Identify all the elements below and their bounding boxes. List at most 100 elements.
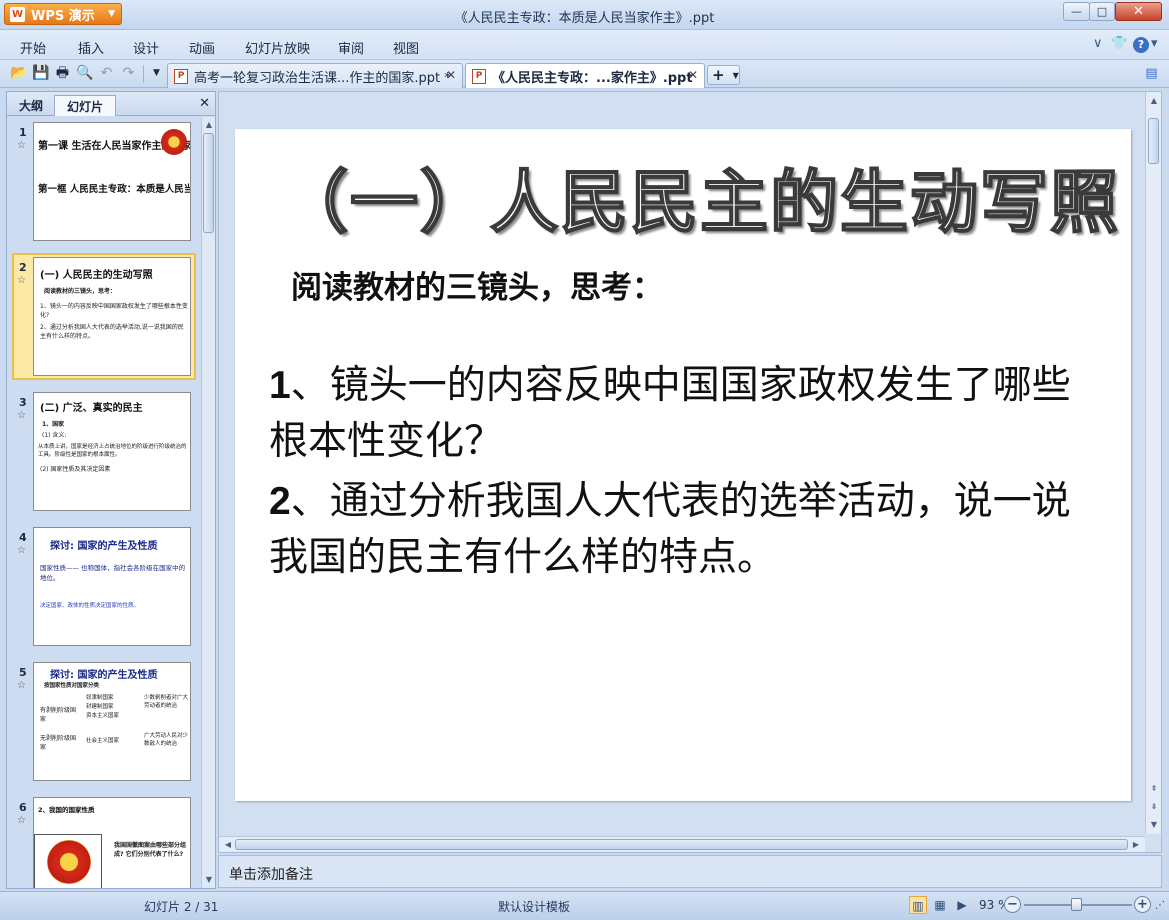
- thumb-line: 无剥削阶级国家: [40, 735, 77, 751]
- zoom-slider-knob[interactable]: [1071, 898, 1082, 911]
- slide-number: 4: [19, 531, 27, 544]
- scrollbar-thumb[interactable]: [203, 133, 214, 233]
- close-tab-icon[interactable]: ✕: [688, 68, 698, 82]
- doc-tab-2[interactable]: P 《人民民主专政：...家作主》.ppt ✕: [465, 63, 705, 88]
- menu-slideshow[interactable]: 幻灯片放映: [245, 38, 310, 57]
- thumb-line: 2、我国的国家性质: [38, 806, 95, 814]
- undo-icon[interactable]: ↶: [98, 65, 115, 82]
- close-tab-icon[interactable]: ✕: [446, 68, 456, 82]
- slide-subtitle[interactable]: 阅读教材的三镜头，思考：: [291, 262, 663, 307]
- scroll-up-icon[interactable]: ▲: [203, 118, 215, 132]
- slide-editor: （一）人民民主的生动写照 阅读教材的三镜头，思考： 1、镜头一的内容反映中国国家…: [218, 91, 1162, 853]
- next-slide-icon[interactable]: ⇟: [1147, 800, 1161, 814]
- customize-toolbar-icon[interactable]: ▼: [148, 65, 165, 82]
- panel-toggle-icon[interactable]: ▤: [1143, 65, 1160, 82]
- close-window-button[interactable]: ✕: [1115, 2, 1162, 21]
- tab-slides[interactable]: 幻灯片: [54, 95, 116, 116]
- new-tab-button[interactable]: + ▼: [707, 65, 740, 85]
- open-folder-icon[interactable]: 📂: [10, 65, 27, 82]
- transition-star-icon: ☆: [17, 815, 26, 826]
- current-slide[interactable]: （一）人民民主的生动写照 阅读教材的三镜头，思考： 1、镜头一的内容反映中国国家…: [235, 129, 1131, 801]
- emblem-image: [34, 834, 102, 888]
- slide-preview: (二) 广泛、真实的民主 1、国家 (1) 含义: 从本质上讲，国家是经济上占统…: [33, 392, 191, 511]
- slide-number: 3: [19, 396, 27, 409]
- redo-icon[interactable]: ↷: [120, 65, 137, 82]
- scroll-up-icon[interactable]: ▲: [1147, 94, 1161, 108]
- print-icon[interactable]: 🖶: [54, 65, 71, 82]
- help-icon[interactable]: ?: [1133, 37, 1149, 53]
- ppt-file-icon: P: [174, 68, 188, 84]
- menu-view[interactable]: 视图: [393, 38, 419, 57]
- thumb-line: 探讨: 国家的产生及性质: [50, 541, 158, 552]
- national-emblem-icon: [47, 840, 91, 884]
- normal-view-icon[interactable]: ▥: [909, 896, 927, 914]
- question-number: 2: [269, 480, 291, 523]
- slide-preview: (一) 人民民主的生动写照 阅读教材的三镜头，思考： 1、镜头一的内容反映中国国…: [33, 257, 191, 376]
- thumb-line: 奴隶制国家: [86, 695, 114, 701]
- print-preview-icon[interactable]: 🔍: [76, 65, 93, 82]
- design-template-label[interactable]: 默认设计模板: [498, 898, 570, 915]
- thumbnail-scrollbar[interactable]: ▲ ▼: [201, 117, 215, 888]
- question-2[interactable]: 2、通过分析我国人大代表的选举活动，说一说我国的民主有什么样的特点。: [269, 474, 1109, 586]
- menu-insert[interactable]: 插入: [78, 38, 104, 57]
- prev-slide-icon[interactable]: ⇞: [1147, 782, 1161, 796]
- zoom-in-button[interactable]: +: [1134, 896, 1151, 913]
- thumb-line: 国家性质—— 也称国体，指社会各阶级在国家中的地位。: [40, 564, 186, 582]
- maximize-button[interactable]: □: [1089, 2, 1115, 21]
- transition-star-icon: ☆: [17, 545, 26, 556]
- doc-tab-1[interactable]: P 高考一轮复习政治生活课...作主的国家.ppt * ✕: [167, 63, 463, 88]
- menu-animation[interactable]: 动画: [189, 38, 215, 57]
- scroll-down-icon[interactable]: ▼: [203, 873, 215, 887]
- ribbon-toggle-icon[interactable]: ∨: [1093, 36, 1103, 51]
- tab-outline[interactable]: 大纲: [11, 95, 51, 116]
- scroll-down-icon[interactable]: ▼: [1147, 818, 1161, 832]
- slide-number: 5: [19, 666, 27, 679]
- transition-star-icon: ☆: [17, 140, 26, 151]
- minimize-button[interactable]: —: [1063, 2, 1090, 21]
- zoom-out-button[interactable]: −: [1004, 896, 1021, 913]
- resize-grip-icon[interactable]: ⋰: [1155, 900, 1165, 911]
- thumb-line: (2) 国家性质及其决定因素: [40, 466, 111, 473]
- doc-tab-label: 高考一轮复习政治生活课...作主的国家.ppt *: [194, 70, 451, 86]
- scrollbar-thumb[interactable]: [1148, 118, 1159, 164]
- transition-star-icon: ☆: [17, 680, 26, 691]
- panel-tabs: 大纲 幻灯片 ✕: [7, 92, 215, 116]
- status-bar: 幻灯片 2 / 31 默认设计模板 ▥ ▦ ▶ 93 % − + ⋰: [0, 891, 1169, 920]
- slide-sorter-icon[interactable]: ▦: [931, 896, 949, 914]
- question-text: 、通过分析我国人大代表的选举活动，说一说我国的民主有什么样的特点。: [269, 479, 1071, 580]
- thumb-line: 资本主义国家: [86, 713, 120, 719]
- quick-access-toolbar: 📂 💾 🖶 🔍 ↶ ↷ ▼ P 高考一轮复习政治生活课...作主的国家.ppt …: [0, 60, 1169, 88]
- editor-vertical-scrollbar[interactable]: ▲ ⇞ ⇟ ▼: [1145, 92, 1161, 834]
- slide-preview: 探讨: 国家的产生及性质 国家性质—— 也称国体，指社会各阶级在国家中的地位。 …: [33, 527, 191, 646]
- thumb-line: 决定国家、政体的性质决定国家的性质。: [40, 603, 140, 609]
- menu-review[interactable]: 审阅: [338, 38, 364, 57]
- slide-title[interactable]: （一）人民民主的生动写照: [279, 147, 1120, 246]
- doc-tab-label: 《人民民主专政：...家作主》.ppt: [492, 70, 693, 86]
- skin-icon[interactable]: 👕: [1111, 36, 1127, 51]
- chevron-down-icon[interactable]: ▾: [1151, 36, 1158, 51]
- thumb-line: 有剥削阶级国家: [40, 707, 77, 723]
- title-bar: W WPS 演示 ▼ 《人民民主专政：本质是人民当家作主》.ppt — □ ✕: [0, 0, 1169, 30]
- notes-placeholder[interactable]: 单击添加备注: [229, 864, 313, 884]
- thumb-line: 按国家性质对国家分类: [44, 683, 100, 689]
- menu-design[interactable]: 设计: [133, 38, 159, 57]
- thumb-line: 1、国家: [42, 421, 65, 428]
- slideshow-icon[interactable]: ▶: [953, 896, 971, 914]
- slide-preview: 探讨: 国家的产生及性质 按国家性质对国家分类 有剥削阶级国家 无剥削阶级国家 …: [33, 662, 191, 781]
- thumb-line: (1) 含义:: [42, 432, 67, 439]
- thumb-line: 社会主义国家: [86, 738, 120, 744]
- thumb-line: 从本质上讲，国家是经济上占统治地位的阶级进行阶级统治的工具。阶级性是国家的根本属…: [38, 444, 187, 458]
- editor-horizontal-scrollbar[interactable]: ◀ ▶: [219, 836, 1145, 852]
- scroll-left-icon[interactable]: ◀: [221, 838, 235, 852]
- slide-number: 2: [19, 261, 27, 274]
- national-emblem-icon: [161, 129, 187, 155]
- slide-number: 1: [19, 126, 27, 139]
- notes-pane[interactable]: 单击添加备注: [218, 855, 1162, 888]
- scrollbar-thumb[interactable]: [235, 839, 1128, 850]
- scroll-right-icon[interactable]: ▶: [1129, 838, 1143, 852]
- question-1[interactable]: 1、镜头一的内容反映中国国家政权发生了哪些根本性变化？: [269, 358, 1109, 470]
- question-text: 、镜头一的内容反映中国国家政权发生了哪些根本性变化？: [269, 363, 1071, 464]
- menu-home[interactable]: 开始: [20, 38, 46, 57]
- save-icon[interactable]: 💾: [32, 65, 49, 82]
- close-icon[interactable]: ✕: [199, 96, 210, 111]
